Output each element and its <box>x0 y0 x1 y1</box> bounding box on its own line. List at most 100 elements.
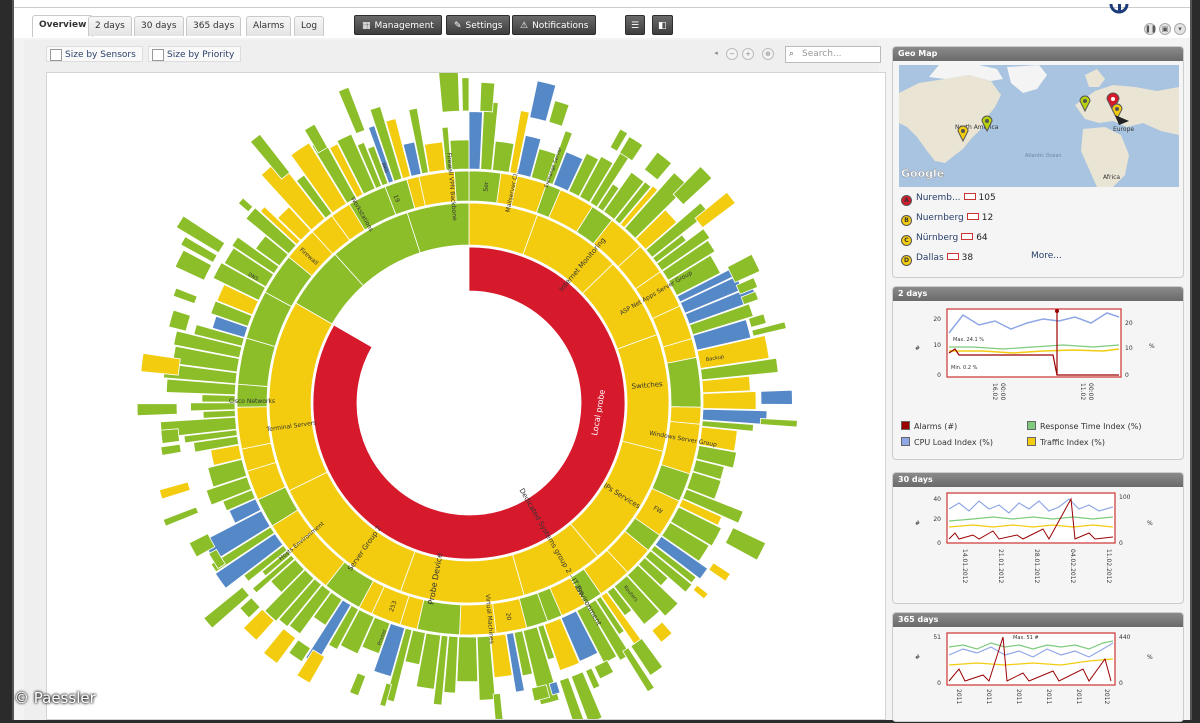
settings-button[interactable]: ✎ Settings <box>446 15 511 35</box>
sunburst-chart[interactable]: Local probeProbe Device Dedicated Systems… <box>47 61 885 723</box>
sunburst-segment-sensor[interactable] <box>643 151 673 181</box>
g365-yr-0: 440 <box>1119 634 1131 641</box>
sunburst-segment-sensor[interactable] <box>237 197 254 213</box>
sunburst-segment-sensor[interactable] <box>760 389 793 405</box>
sunburst-segment-sensor[interactable] <box>492 692 504 721</box>
sunburst-segment-sensor[interactable] <box>456 636 479 683</box>
sensor-icon <box>963 193 976 200</box>
graph-30-days[interactable]: # % 40 20 0 100 0 14.01.2012 21.01.2012 … <box>893 489 1184 604</box>
graph-365-days[interactable]: # % 51 0 440 0 Max. 51 # 2011 2011 2011 … <box>893 629 1184 722</box>
sunburst-segment-sensor[interactable] <box>479 81 496 113</box>
g2-yr-0: 20 <box>1125 320 1133 327</box>
sunburst-segment-sensor[interactable] <box>759 418 798 428</box>
world-map[interactable]: North America Europe Africa Atlantic Oce… <box>899 65 1179 187</box>
pause-icon[interactable]: ❚❚ <box>1144 23 1157 35</box>
g365-yl-0: 51 <box>933 634 941 641</box>
sunburst-center <box>359 293 579 513</box>
more-locations-link[interactable]: More... <box>1031 251 1062 261</box>
view-toggle-icon[interactable]: ▣ <box>1159 23 1171 35</box>
g30-x-2: 28.01.2012 <box>1033 549 1040 584</box>
tab-log[interactable]: Log <box>294 16 325 36</box>
tab-2-days[interactable]: 2 days <box>88 16 132 36</box>
sunburst-segment-sensor[interactable] <box>262 628 297 665</box>
app-window: Overview 2 days 30 days 365 days Alarms … <box>0 0 1200 723</box>
sunburst-segment-device[interactable] <box>416 599 462 636</box>
sunburst-segment-sensor[interactable] <box>692 584 709 600</box>
sunburst-segment-sensor[interactable] <box>136 403 178 417</box>
location-row[interactable]: B Nuernberg 12 <box>901 211 993 226</box>
g365-x-1: 2011 <box>985 689 992 704</box>
sunburst-segment-sensor[interactable] <box>160 443 182 456</box>
main-area: Size by Sensors Size by Priority ◂ − + ⊕… <box>24 40 886 723</box>
sunburst-segment-sensor[interactable] <box>437 61 460 113</box>
sunburst-segment-sensor[interactable] <box>160 428 180 444</box>
legend-traffic: Traffic Index (%) <box>1027 437 1105 447</box>
location-name[interactable]: Dallas <box>916 253 944 263</box>
geo-map[interactable]: North America Europe Africa Atlantic Oce… <box>899 65 1179 187</box>
tab-overview[interactable]: Overview <box>32 15 94 37</box>
management-button[interactable]: ▦ Management <box>354 15 442 35</box>
tabs-bar: Overview 2 days 30 days 365 days Alarms … <box>14 4 1190 38</box>
location-row[interactable]: A Nuremb... 105 <box>901 191 996 206</box>
map-label-atlantic: Atlantic Ocean <box>1025 153 1062 159</box>
sunburst-segment-sensor[interactable] <box>162 506 199 527</box>
location-row[interactable]: C Nürnberg 64 <box>901 231 988 246</box>
sunburst-segment-sensor[interactable] <box>202 409 236 419</box>
location-marker-icon: B <box>901 215 912 226</box>
location-name[interactable]: Nuremb... <box>916 193 961 203</box>
sunburst-segment-sensor[interactable] <box>593 659 615 680</box>
legend-cpu: CPU Load Index (%) <box>901 437 993 447</box>
sunburst-segment-sensor[interactable] <box>702 391 757 410</box>
size-by-sensors-label: Size by Sensors <box>65 50 136 60</box>
sunburst-segment-sensor[interactable] <box>651 621 673 643</box>
zoom-in-icon[interactable]: + <box>742 48 754 60</box>
graph-2-days[interactable]: # % 20 10 0 20 10 0 Max. 24.1 % Min. 0.2… <box>893 303 1184 413</box>
location-name[interactable]: Nuernberg <box>916 213 964 223</box>
g2-yl-0: 20 <box>933 316 941 323</box>
g365-x-2: 2011 <box>1015 689 1022 704</box>
prev-icon[interactable]: ◂ <box>710 48 722 60</box>
g365-x-0: 2011 <box>955 689 962 704</box>
sunburst-segment-sensor[interactable] <box>158 481 191 500</box>
location-name[interactable]: Nürnberg <box>916 233 958 243</box>
right-sidebar: Geo Map North America Europe Africa Atla… <box>892 40 1184 722</box>
size-by-priority-checkbox[interactable]: Size by Priority <box>148 46 242 62</box>
browser-frame: Overview 2 days 30 days 365 days Alarms … <box>12 0 1192 723</box>
graph-panel-30-days: 30 days # % 40 20 0 100 0 14.01.2012 21.… <box>892 472 1184 604</box>
location-marker-icon: D <box>901 255 912 266</box>
location-value: 38 <box>961 253 974 263</box>
zoom-out-icon[interactable]: − <box>726 48 738 60</box>
sunburst-segment-sensor[interactable] <box>468 111 483 170</box>
location-value: 105 <box>978 193 996 203</box>
dropdown-icon[interactable]: ▾ <box>1174 23 1186 35</box>
sunburst-segment-sensor[interactable] <box>349 672 367 697</box>
size-by-sensors-checkbox[interactable]: Size by Sensors <box>46 46 143 62</box>
sunburst-segment-device[interactable] <box>237 337 276 387</box>
sunburst-segment-sensor[interactable] <box>708 562 731 582</box>
g2-max-dot <box>1055 309 1059 313</box>
sunburst-segment-sensor[interactable] <box>724 527 767 561</box>
sunburst-segment-sensor[interactable] <box>337 86 366 135</box>
g365-unit-left: # <box>915 654 920 661</box>
search-input[interactable]: ⌕ Search... <box>785 46 881 63</box>
legend-traffic-swatch <box>1027 437 1036 446</box>
sunburst-segment-sensor[interactable] <box>168 309 191 332</box>
g30-yr-0: 100 <box>1119 494 1131 501</box>
sunburst-segment-device[interactable] <box>666 356 702 408</box>
tab-alarms[interactable]: Alarms <box>246 16 292 36</box>
legend-cpu-swatch <box>901 437 910 446</box>
tab-365-days[interactable]: 365 days <box>186 16 242 36</box>
list-view-button[interactable]: ☰ <box>625 15 646 35</box>
tab-30-days[interactable]: 30 days <box>134 16 184 36</box>
sunburst-segment-sensor[interactable] <box>172 287 198 305</box>
sunburst-panel: Local probe Probe Device Dedicated Systems… <box>46 61 886 723</box>
notifications-button[interactable]: ⚠ Notifications <box>512 15 597 35</box>
fullscreen-icon[interactable]: ⊕ <box>762 48 774 60</box>
sunburst-segment-sensor[interactable] <box>548 100 570 127</box>
legend-alarms: Alarms (#) <box>901 421 957 431</box>
window-view-button[interactable]: ◧ <box>652 15 673 35</box>
location-row[interactable]: D Dallas 38 <box>901 251 974 266</box>
sensor-icon <box>946 253 959 260</box>
sunburst-segment-sensor[interactable] <box>461 77 470 112</box>
g365-x-5: 2012 <box>1103 689 1110 704</box>
